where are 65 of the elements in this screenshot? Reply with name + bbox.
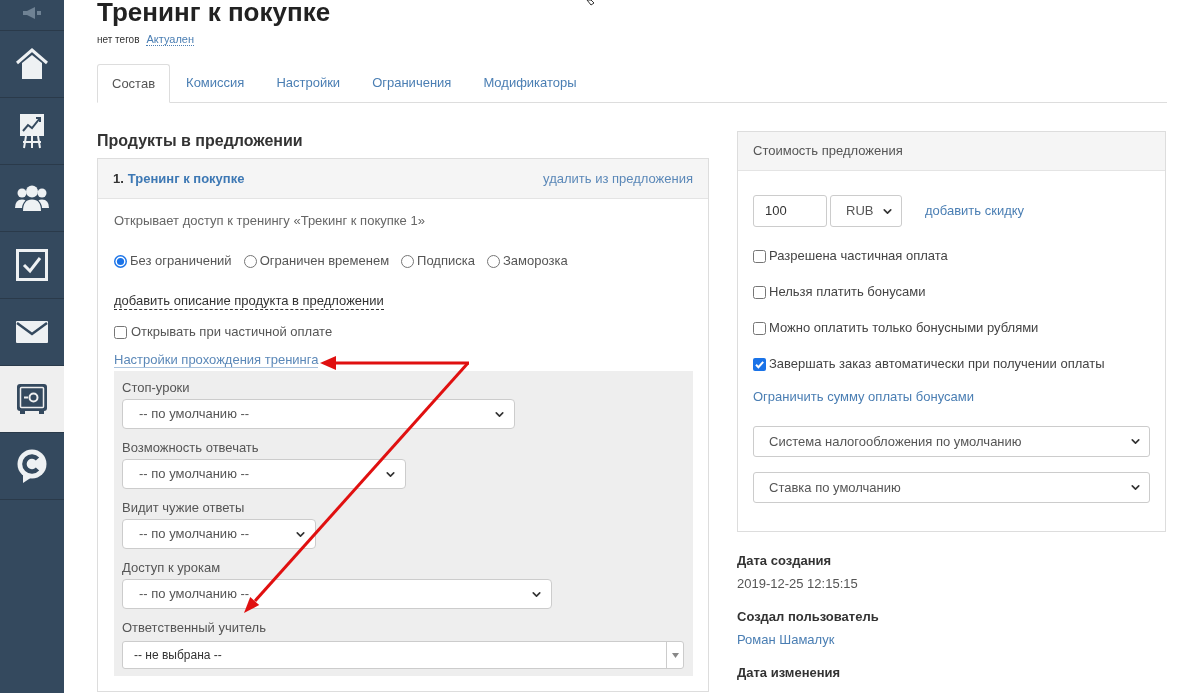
chat-bubble-icon	[16, 449, 48, 483]
radio-label: Ограничен временем	[259, 253, 390, 269]
checkbox-label: Разрешена частичная оплата	[769, 248, 948, 264]
product-number: 1.	[113, 169, 124, 188]
sidebar-item[interactable]	[0, 366, 64, 433]
radio-button[interactable]	[401, 254, 415, 268]
tab[interactable]: Настройки	[260, 64, 357, 102]
safe-icon	[16, 383, 48, 415]
checkbox[interactable]	[753, 285, 766, 299]
radio-button[interactable]	[486, 254, 500, 268]
checkbox[interactable]	[753, 249, 766, 263]
add-description-link[interactable]: добавить описание продукта в предложении	[114, 293, 384, 310]
select-field[interactable]: Ставка по умолчанию	[753, 472, 1150, 503]
select-field[interactable]: -- по умолчанию --	[122, 399, 515, 429]
price-card-title: Стоимость предложения	[753, 142, 903, 161]
combobox-field[interactable]: -- не выбрана --	[122, 641, 684, 669]
bonus-limit-link[interactable]: Ограничить сумму оплаты бонусами	[753, 389, 974, 405]
product-name-link[interactable]: Тренинг к покупке	[127, 168, 245, 189]
megaphone-icon	[22, 7, 42, 19]
tab[interactable]: Ограничения	[356, 64, 468, 102]
add-discount-link[interactable]: добавить скидку	[925, 201, 1025, 221]
training-settings-link[interactable]: Настройки прохождения тренинга	[114, 352, 319, 368]
detail-label: Создал пользователь	[737, 609, 879, 625]
status-link[interactable]: Актуален	[146, 33, 194, 46]
select-field[interactable]: Система налогообложения по умолчанию	[753, 426, 1150, 457]
remove-link[interactable]: удалить из предложения	[543, 168, 693, 189]
select-field[interactable]: -- по умолчанию --	[122, 459, 406, 489]
tab[interactable]: Модификаторы	[467, 64, 593, 102]
detail-label: Дата изменения	[737, 665, 841, 681]
radio-button[interactable]	[243, 254, 257, 268]
tags-label: нет тегов	[97, 34, 140, 46]
field-label: Ответственный учитель	[122, 620, 266, 636]
checkbox[interactable]	[753, 321, 766, 335]
field-label: Видит чужие ответы	[122, 500, 245, 516]
product-description: Открывает доступ к тренингу «Трекинг к покупке 1»	[114, 213, 425, 229]
radio-label: Без ограничений	[130, 253, 232, 269]
price-input[interactable]: 100	[753, 195, 827, 227]
checkbox[interactable]	[753, 357, 766, 371]
select-field[interactable]: -- по умолчанию --	[122, 519, 316, 549]
checkbox[interactable]	[114, 325, 127, 339]
radio-button[interactable]	[114, 254, 127, 268]
checkbox-label: Открывать при частичной оплате	[131, 324, 333, 340]
mail-icon	[16, 321, 48, 343]
field-label: Возможность отвечать	[122, 440, 259, 456]
users-icon	[15, 184, 49, 212]
tab[interactable]: Состав	[97, 64, 171, 103]
section-heading: Продукты в предложении	[97, 131, 303, 151]
checkbox-label: Можно оплатить только бонусными рублями	[769, 320, 1039, 336]
field-label: Доступ к урокам	[122, 560, 221, 576]
home-icon	[15, 48, 49, 80]
checkbox-label: Завершать заказ автоматически при получении оплаты	[769, 356, 1105, 372]
checkbox-tick-icon	[16, 249, 48, 281]
page-title: Тренинг к покупке	[97, 0, 331, 27]
select-field[interactable]: -- по умолчанию --	[122, 579, 552, 609]
detail-value: 2019-12-25 12:15:15	[737, 576, 858, 592]
currency-select[interactable]: RUB	[830, 195, 902, 227]
radio-label: Подписка	[417, 253, 475, 269]
checkbox-label: Нельзя платить бонусами	[769, 284, 926, 300]
chart-board-icon	[18, 113, 46, 149]
tab[interactable]: Комиссия	[170, 64, 261, 102]
dropdown-triangle-icon	[671, 652, 679, 658]
field-label: Стоп-уроки	[122, 380, 190, 396]
detail-label: Дата создания	[737, 553, 832, 569]
user-link[interactable]: Роман Шамалук	[737, 632, 835, 648]
radio-label: Заморозка	[502, 253, 568, 269]
